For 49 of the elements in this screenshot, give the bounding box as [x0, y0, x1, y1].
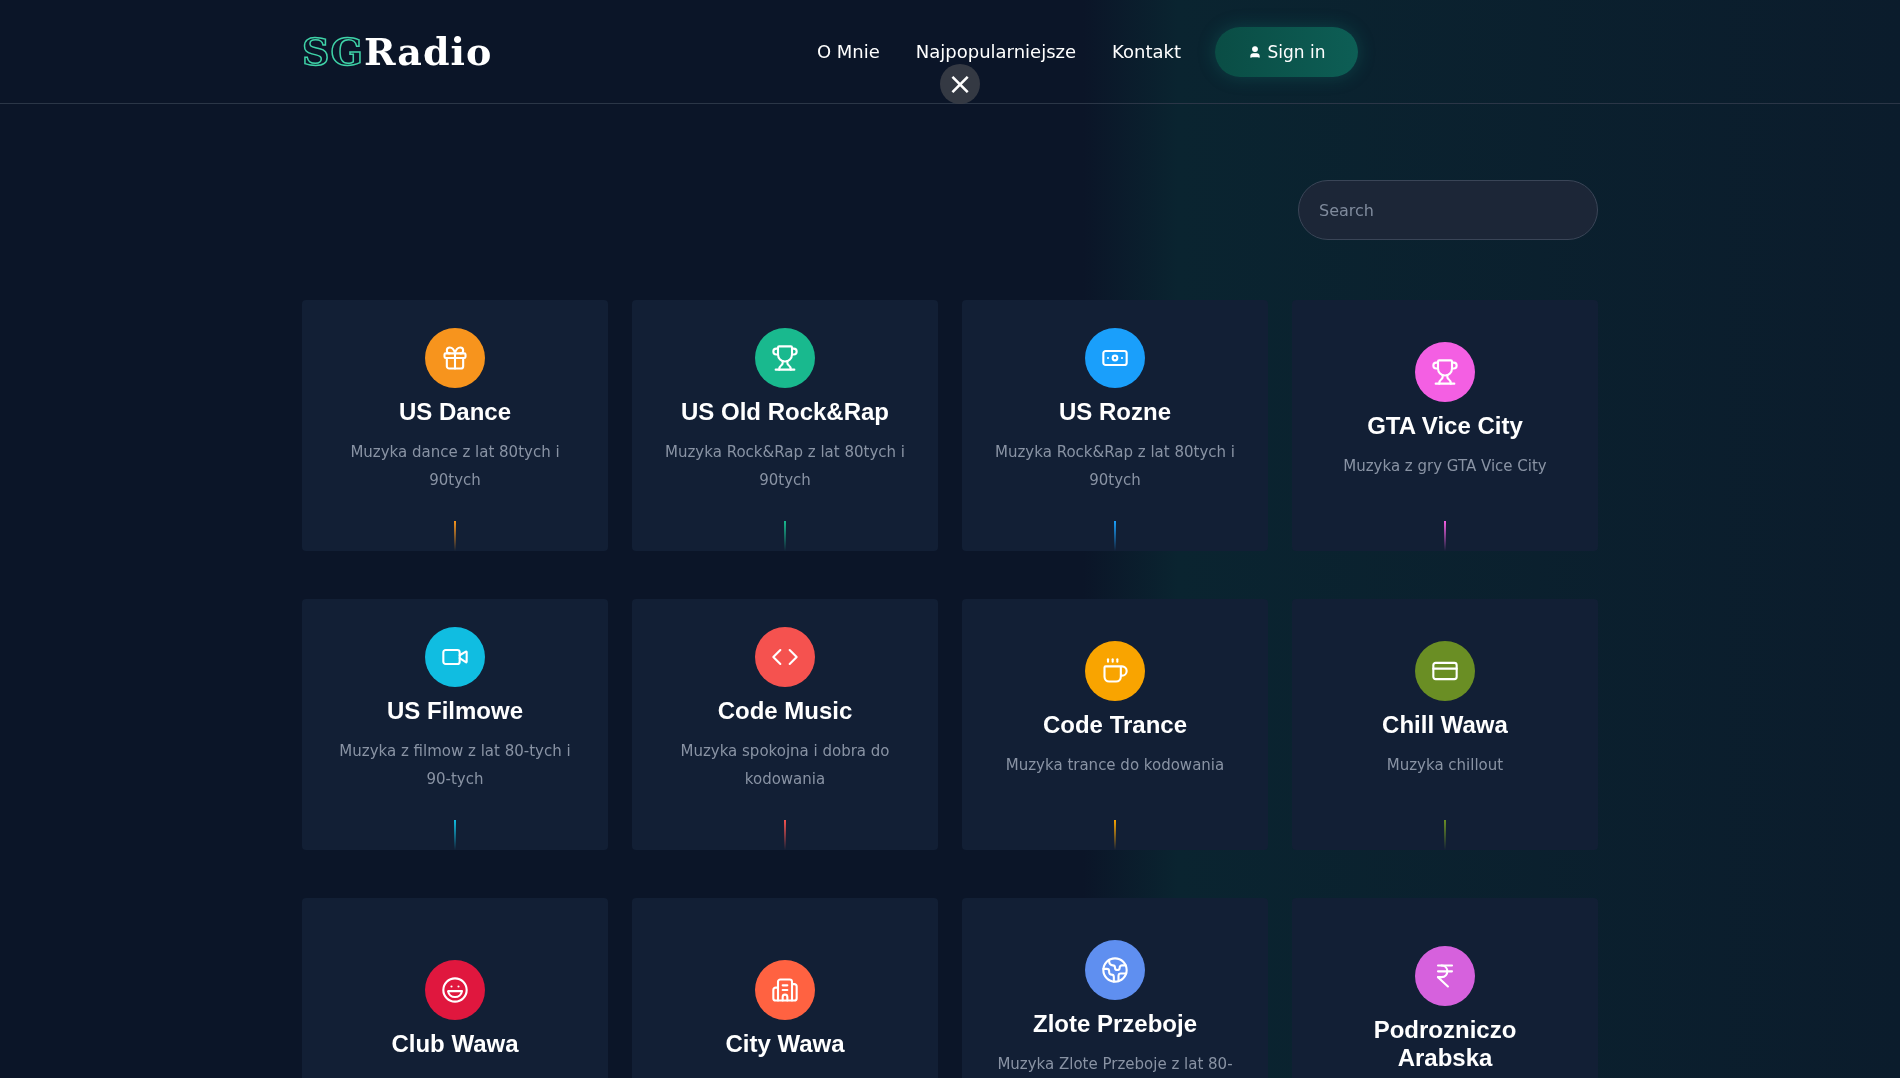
station-title: Chill Wawa — [1382, 710, 1508, 739]
search-field[interactable]: Search — [1298, 180, 1598, 240]
station-card[interactable]: Zlote Przeboje Muzyka Zlote Przeboje z lat 80- — [962, 898, 1268, 1078]
accent-line — [1114, 820, 1116, 850]
station-card[interactable]: Code Trance Muzyka trance do kodowania — [962, 599, 1268, 850]
station-description: Muzyka Zlote Przeboje z lat 80- — [997, 1053, 1233, 1075]
station-description: Muzyka Rock&Rap z lat 80tych i 90tych — [994, 441, 1236, 491]
close-button[interactable]: × — [940, 64, 980, 104]
station-description: Muzyka spokojna i dobra do kodowania — [679, 740, 891, 790]
station-card[interactable]: US Old Rock&Rap Muzyka Rock&Rap z lat 80tych i 90tych — [632, 300, 938, 551]
station-description: Muzyka chillout — [1386, 754, 1504, 776]
accent-line — [784, 820, 786, 850]
station-card[interactable]: Podrozniczo Arabska — [1292, 898, 1598, 1078]
station-card[interactable]: US Dance Muzyka dance z lat 80tych i 90tych — [302, 300, 608, 551]
station-description: Muzyka z filmow z lat 80-tych i 90-tych — [338, 740, 572, 790]
station-card[interactable]: US Rozne Muzyka Rock&Rap z lat 80tych i 90tych — [962, 300, 1268, 551]
station-description: Muzyka z gry GTA Vice City — [1343, 455, 1547, 477]
accent-line — [784, 521, 786, 551]
nav-link[interactable]: Najpopularniejsze — [915, 41, 1077, 62]
station-title: City Wawa — [725, 1029, 845, 1058]
station-card[interactable]: Chill Wawa Muzyka chillout — [1292, 599, 1598, 850]
station-title: Zlote Przeboje — [1033, 1009, 1197, 1038]
station-title: Podrozniczo Arabska — [1372, 1015, 1518, 1072]
station-title: US Filmowe — [387, 696, 523, 725]
station-title: Code Trance — [1042, 710, 1187, 739]
station-title: Club Wawa — [391, 1029, 519, 1058]
accent-line — [454, 820, 456, 850]
accent-line — [1444, 521, 1446, 551]
logo[interactable]: SGRadio — [302, 29, 493, 74]
station-card[interactable]: GTA Vice City Muzyka z gry GTA Vice City — [1292, 300, 1598, 551]
station-title: Code Music — [717, 696, 853, 725]
accent-line — [454, 521, 456, 551]
station-title: GTA Vice City — [1367, 411, 1523, 440]
nav-link[interactable]: O Mnie — [816, 41, 880, 62]
user-icon — [1247, 44, 1262, 59]
station-title: US Rozne — [1059, 397, 1171, 426]
station-card[interactable]: Code Music Muzyka spokojna i dobra do kodowania — [632, 599, 938, 850]
station-description: Muzyka trance do kodowania — [1005, 754, 1225, 776]
station-description: Muzyka dance z lat 80tych i 90tych — [349, 441, 561, 491]
sign-in-button[interactable]: Sign in — [1215, 26, 1358, 77]
station-card[interactable]: City Wawa — [632, 898, 938, 1078]
nav-link[interactable]: Kontakt — [1112, 41, 1181, 62]
accent-line — [1114, 521, 1116, 551]
station-card[interactable]: Club Wawa — [302, 898, 608, 1078]
station-card[interactable]: US Filmowe Muzyka z filmow z lat 80-tych i 90-tych — [302, 599, 608, 850]
station-description: Muzyka Rock&Rap z lat 80tych i 90tych — [664, 441, 906, 491]
station-title: US Dance — [398, 397, 511, 426]
station-title: US Old Rock&Rap — [681, 397, 889, 426]
accent-line — [1444, 820, 1446, 850]
